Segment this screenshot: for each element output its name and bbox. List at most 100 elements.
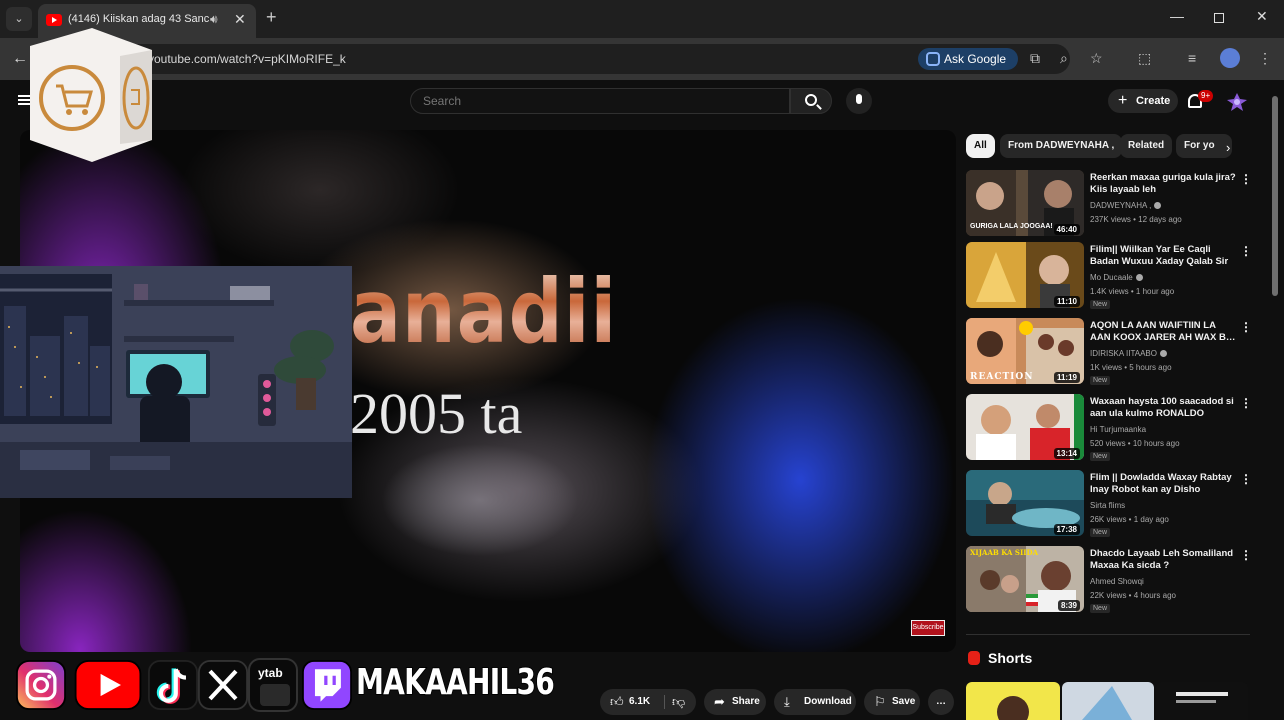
- browser-tab-strip: ⌄ (4146) Kiiskan adag 43 Sanc 🔊︎ ✕ + — ✕: [0, 0, 1284, 38]
- video-overlay-year: 2005 ta: [350, 381, 523, 446]
- youtube-favicon-icon: [46, 14, 62, 26]
- more-options-icon[interactable]: ⋮: [1240, 548, 1252, 562]
- youtube-icon: [74, 660, 142, 710]
- instagram-icon: [16, 660, 66, 710]
- zoom-icon[interactable]: ⌕: [1060, 50, 1068, 67]
- page-scrollbar[interactable]: [1272, 96, 1278, 296]
- search-input[interactable]: [411, 89, 789, 113]
- more-options-icon[interactable]: ⋮: [1240, 320, 1252, 334]
- chevron-right-icon[interactable]: ›: [1226, 140, 1230, 155]
- channel-name[interactable]: Sirta flims: [1090, 501, 1125, 510]
- thumbnail-caption: XIJAAB KA SIIDA: [970, 548, 1039, 557]
- lens-icon: [926, 52, 940, 66]
- ask-google-button[interactable]: Ask Google: [918, 48, 1018, 70]
- more-actions-button[interactable]: …: [928, 689, 954, 715]
- search-box[interactable]: [410, 88, 790, 114]
- recommendation-item[interactable]: 13:14 Waxaan haysta 100 saacadod si aan …: [966, 394, 1252, 462]
- tab-close-icon[interactable]: ✕: [234, 11, 246, 28]
- new-tab-button[interactable]: +: [266, 7, 277, 28]
- restore-icon[interactable]: [1214, 13, 1224, 23]
- recommendation-item[interactable]: GURIGA LALA JOOGAA! 46:40 Reerkan maxaa …: [966, 170, 1252, 238]
- like-count[interactable]: 6.1K: [629, 689, 650, 715]
- video-duration: 13:14: [1053, 448, 1080, 459]
- speaker-icon[interactable]: 🔊︎: [210, 12, 218, 27]
- ytab-label: ytab: [258, 666, 283, 680]
- media-controls-icon[interactable]: ≡: [1188, 50, 1196, 66]
- url-text[interactable]: youtube.com/watch?v=pKIMoRIFE_k: [148, 52, 346, 66]
- save-label: Save: [892, 696, 916, 707]
- thumbs-down-icon[interactable]: 👎︎: [672, 689, 685, 715]
- chip-from-channel[interactable]: From DADWEYNAHA ,: [1000, 134, 1123, 158]
- short-thumbnail[interactable]: [1062, 682, 1154, 720]
- ask-google-label: Ask Google: [944, 52, 1007, 66]
- download-button[interactable]: ⤓ Download: [774, 689, 856, 715]
- short-thumbnail[interactable]: [966, 682, 1060, 720]
- close-icon[interactable]: ✕: [1256, 8, 1268, 25]
- more-options-icon[interactable]: ⋮: [1240, 172, 1252, 186]
- subscribe-watermark[interactable]: Subscribe: [911, 620, 945, 636]
- recommendation-item[interactable]: 11:10 Filim|| Wiilkan Yar Ee Caqli Badan…: [966, 242, 1252, 310]
- recommendation-item[interactable]: 17:38 Flim || Dowladda Waxay Rabtay Inay…: [966, 470, 1252, 538]
- browser-toolbar: ← youtube.com/watch?v=pKIMoRIFE_k Ask Go…: [0, 38, 1284, 80]
- filter-chips: All From DADWEYNAHA , Related For yo: [966, 134, 1246, 158]
- browser-menu-icon[interactable]: ⋮: [1258, 50, 1272, 67]
- tab-title: (4146) Kiiskan adag 43 Sanc: [68, 13, 210, 25]
- video-meta: 520 views • 10 hours ago: [1090, 439, 1180, 448]
- back-arrow-icon[interactable]: ←: [12, 50, 28, 68]
- video-title[interactable]: Dhacdo Layaab Leh Somaliland Maxaa Ka si…: [1090, 548, 1236, 572]
- recommendation-item[interactable]: REACTION 11:19 AQON LA AAN WAIFTIIN LA A…: [966, 318, 1252, 386]
- share-arrow-icon: ➦: [714, 694, 725, 709]
- share-label: Share: [732, 696, 760, 707]
- social-handle: MAKAAHIL36: [355, 661, 555, 704]
- video-title[interactable]: Reerkan maxaa guriga kula jira? Kiis lay…: [1090, 172, 1236, 196]
- chip-related[interactable]: Related: [1120, 134, 1173, 158]
- video-title[interactable]: Waxaan haysta 100 saacadod si aan ula ku…: [1090, 396, 1236, 420]
- create-button[interactable]: + Create: [1108, 89, 1178, 113]
- more-options-icon[interactable]: ⋮: [1240, 472, 1252, 486]
- thumbnail-caption: REACTION: [970, 372, 1034, 382]
- save-button[interactable]: ⚐ Save: [864, 689, 920, 715]
- chip-for-you[interactable]: For yo: [1176, 134, 1232, 158]
- video-title[interactable]: Filim|| Wiilkan Yar Ee Caqli Badan Wuxuu…: [1090, 244, 1236, 268]
- new-badge: New: [1090, 604, 1111, 613]
- video-duration: 11:10: [1053, 296, 1080, 307]
- new-badge: New: [1090, 452, 1111, 461]
- video-title[interactable]: AQON LA AAN WAIFTIIN LA AAN KOOX JARER A…: [1090, 320, 1236, 344]
- address-bar[interactable]: youtube.com/watch?v=pKIMoRIFE_k: [40, 44, 1070, 74]
- share-button[interactable]: ➦ Share: [704, 689, 766, 715]
- voice-search-button[interactable]: [846, 88, 872, 114]
- channel-name[interactable]: DADWEYNAHA ,: [1090, 201, 1162, 210]
- channel-name[interactable]: Mo Ducaale: [1090, 273, 1143, 282]
- shorts-heading: Shorts: [988, 650, 1033, 666]
- bookmark-star-icon[interactable]: ☆: [1090, 50, 1103, 67]
- recommendation-item[interactable]: XIJAAB KA SIIDA 8:39 Dhacdo Layaab Leh S…: [966, 546, 1252, 614]
- search-button[interactable]: [790, 88, 832, 114]
- tab-search-button[interactable]: ⌄: [6, 7, 32, 31]
- video-duration: 11:19: [1053, 372, 1080, 383]
- chip-all[interactable]: All: [966, 134, 995, 158]
- channel-name[interactable]: Ahmed Showqi: [1090, 577, 1144, 586]
- profile-avatar[interactable]: [1220, 48, 1240, 68]
- video-title[interactable]: Flim || Dowladda Waxay Rabtay Inay Robot…: [1090, 472, 1236, 496]
- verified-badge-icon: [1159, 350, 1167, 358]
- more-options-icon[interactable]: ⋮: [1240, 396, 1252, 410]
- verified-badge-icon: [1135, 274, 1143, 282]
- install-app-icon[interactable]: ⧉: [1030, 50, 1040, 67]
- more-options-icon[interactable]: ⋮: [1240, 244, 1252, 258]
- youtube-header: + Create 9+: [0, 80, 1284, 124]
- channel-name[interactable]: IDIRISKA IITAABO: [1090, 349, 1167, 358]
- sidebar-divider: [966, 634, 1250, 635]
- x-icon: [198, 660, 248, 710]
- video-meta: 26K views • 1 day ago: [1090, 515, 1169, 524]
- extensions-icon[interactable]: ⬚: [1138, 50, 1151, 67]
- new-badge: New: [1090, 300, 1111, 309]
- video-meta: 22K views • 4 hours ago: [1090, 591, 1176, 600]
- create-label: Create: [1136, 95, 1171, 107]
- channel-name[interactable]: Hi Turjumaanka: [1090, 425, 1146, 434]
- channel-avatar[interactable]: [1226, 92, 1248, 112]
- video-meta: 1K views • 5 hours ago: [1090, 363, 1172, 372]
- short-thumbnail[interactable]: [1156, 682, 1248, 720]
- hamburger-menu-icon[interactable]: [18, 95, 30, 105]
- minimize-icon[interactable]: —: [1170, 8, 1184, 24]
- thumbs-up-icon[interactable]: 👍︎: [610, 689, 624, 715]
